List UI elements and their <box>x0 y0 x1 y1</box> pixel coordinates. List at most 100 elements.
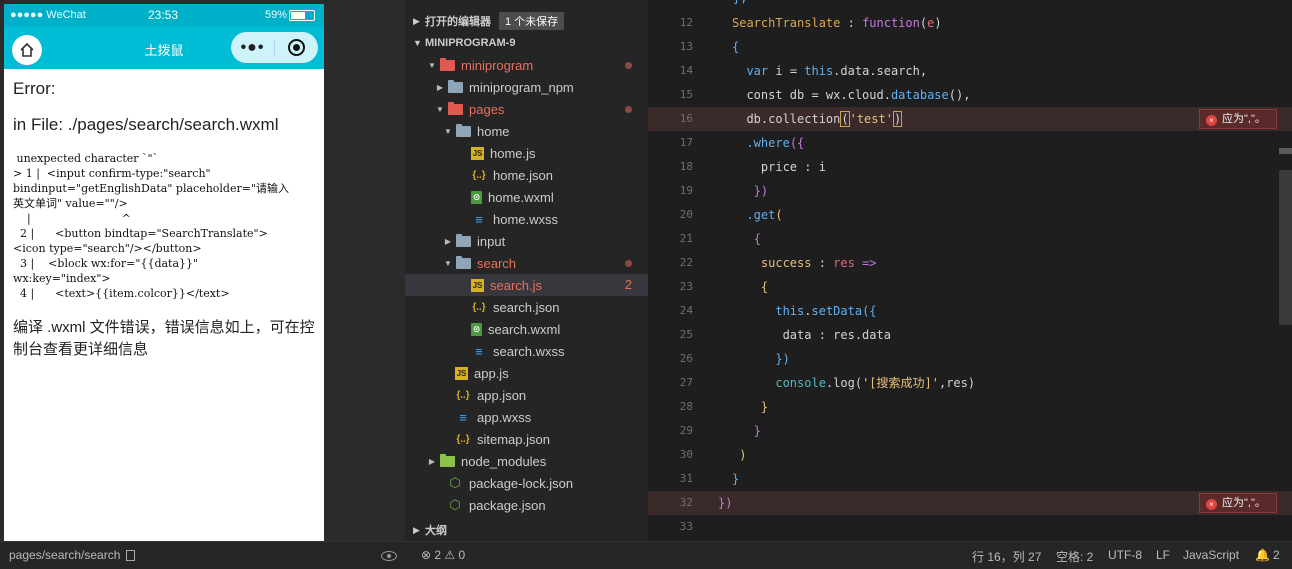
line-number: 15 <box>679 88 693 101</box>
json-file-icon: {..} <box>456 389 470 401</box>
tree-item[interactable]: ⊙ home.wxml <box>405 186 648 208</box>
code-line[interactable]: 19 }) <box>648 179 1292 203</box>
error-hint[interactable]: × 应为","。 <box>1199 109 1277 129</box>
tree-item[interactable]: ⬡ package.json <box>405 494 648 516</box>
code-line[interactable]: 31} <box>648 467 1292 491</box>
tree-item-label: pages <box>469 101 505 117</box>
tree-item[interactable]: ▶ node_modules <box>405 450 648 472</box>
tree-item[interactable]: ≡ home.wxss <box>405 208 648 230</box>
problems-indicator[interactable]: ⊗ 2 ⚠ 0 <box>421 548 465 562</box>
code-text: { <box>753 232 761 246</box>
line-number: 29 <box>679 424 693 437</box>
tree-item[interactable]: JS search.js 2 <box>405 274 648 296</box>
outline-section[interactable]: ▶ 大纲 <box>405 519 648 541</box>
code-line[interactable]: 23 { <box>648 275 1292 299</box>
tree-item-label: app.js <box>474 365 509 381</box>
tree-item-label: node_modules <box>461 453 547 469</box>
copy-icon[interactable] <box>126 550 135 561</box>
tree-item[interactable]: ⬡ package-lock.json <box>405 472 648 494</box>
tree-item-label: package.json <box>469 497 546 513</box>
code-line[interactable]: 28 } <box>648 395 1292 419</box>
tree-item[interactable]: JS home.js <box>405 142 648 164</box>
code-line[interactable]: 32}) × 应为","。 <box>648 491 1292 515</box>
modified-dot <box>625 260 632 267</box>
open-editors-section[interactable]: ▶ 打开的编辑器 1 个未保存 <box>405 10 648 32</box>
code-line[interactable]: 13 { <box>648 35 1292 59</box>
code-line[interactable]: 33 <box>648 515 1292 539</box>
tree-item-label: package-lock.json <box>469 475 574 491</box>
file-tree: ▼ miniprogram ▶ miniprogram_npm ▼ pages ▼ home J… <box>405 54 648 516</box>
close-miniprogram-button[interactable] <box>275 39 318 56</box>
tree-item-label: search.wxml <box>488 321 561 337</box>
code-text: { <box>732 40 740 54</box>
tree-item-label: search.json <box>493 299 560 315</box>
code-line[interactable]: 26 }) <box>648 347 1292 371</box>
tree-item[interactable]: {..} home.json <box>405 164 648 186</box>
line-ending[interactable]: LF <box>1156 548 1170 562</box>
tree-item[interactable]: {..} sitemap.json <box>405 428 648 450</box>
code-text: } <box>732 472 740 486</box>
bell-icon[interactable]: 🔔 <box>1255 548 1270 562</box>
more-button[interactable]: •●• <box>231 39 274 57</box>
cursor-position[interactable]: 行 16，列 27 <box>972 548 1041 565</box>
code-text: } <box>760 400 769 414</box>
code-line[interactable]: 30 ) <box>648 443 1292 467</box>
code-line[interactable]: 22 success : res => <box>648 251 1292 275</box>
folder-icon <box>439 453 455 468</box>
tree-item-label: home.wxss <box>493 211 559 227</box>
page-path: pages/search/search <box>9 548 121 562</box>
capsule-menu: •●• <box>231 32 318 63</box>
code-line[interactable]: 17 .where({ <box>648 131 1292 155</box>
unsaved-badge: 1 个未保存 <box>499 12 565 30</box>
line-number: 18 <box>679 160 693 173</box>
project-section[interactable]: ▼ MINIPROGRAM-9 <box>405 32 648 54</box>
code-line[interactable]: 18 price : i <box>648 155 1292 179</box>
tree-item-label: search.wxss <box>493 343 565 359</box>
tree-item[interactable]: ≡ app.wxss <box>405 406 648 428</box>
code-line[interactable]: 21 { <box>648 227 1292 251</box>
code-line[interactable]: 16 db.collection('test') × 应为","。 <box>648 107 1292 131</box>
tree-item[interactable]: ▶ input <box>405 230 648 252</box>
scrollbar-thumb[interactable] <box>1279 170 1292 325</box>
tree-item[interactable]: ≡ search.wxss <box>405 340 648 362</box>
tree-item-label: home.wxml <box>488 189 554 205</box>
code-line[interactable]: 25 data : res.data <box>648 323 1292 347</box>
close-circle-icon <box>288 39 305 56</box>
error-hint[interactable]: × 应为","。 <box>1199 493 1277 513</box>
tree-item[interactable]: {..} app.json <box>405 384 648 406</box>
js-file-icon: JS <box>471 278 484 292</box>
line-number: 28 <box>679 400 693 413</box>
code-line[interactable]: 24 this.setData({ <box>648 299 1292 323</box>
code-line[interactable]: 20 .get( <box>648 203 1292 227</box>
indentation[interactable]: 空格: 2 <box>1056 548 1093 565</box>
code-line[interactable]: 12 SearchTranslate : function(e) <box>648 11 1292 35</box>
language-mode[interactable]: JavaScript <box>1183 548 1239 562</box>
code-text: const db = wx.cloud.database(), <box>746 88 971 102</box>
tree-item[interactable]: ▼ pages <box>405 98 648 120</box>
tree-item[interactable]: ▼ home <box>405 120 648 142</box>
code-line[interactable]: 15 const db = wx.cloud.database(), <box>648 83 1292 107</box>
line-number: 30 <box>679 448 693 461</box>
tree-item[interactable]: JS app.js <box>405 362 648 384</box>
tree-item-label: miniprogram_npm <box>469 79 574 95</box>
node-file-icon: ⬡ <box>449 475 461 490</box>
folder-icon <box>455 233 471 248</box>
eye-icon[interactable] <box>381 551 397 561</box>
tree-item-label: search <box>477 255 517 271</box>
code-text: .get( <box>746 208 783 222</box>
tree-item-label: miniprogram <box>461 57 534 73</box>
tree-item[interactable]: ▶ miniprogram_npm <box>405 76 648 98</box>
phone-screen: ●●●●● WeChat 23:53 59% 土拨鼠 •●• Error: in… <box>4 4 324 541</box>
encoding[interactable]: UTF-8 <box>1108 548 1142 562</box>
line-number: 27 <box>679 376 693 389</box>
tree-item[interactable]: {..} search.json <box>405 296 648 318</box>
tree-item[interactable]: ⊙ search.wxml <box>405 318 648 340</box>
code-line[interactable]: 14 var i = this.data.search, <box>648 59 1292 83</box>
code-editor[interactable]: }, 12 SearchTranslate : function(e) 13 {14 … <box>648 0 1292 541</box>
code-line[interactable]: 29 } <box>648 419 1292 443</box>
phone-status-bar: ●●●●● WeChat 23:53 59% <box>4 4 324 27</box>
code-line[interactable]: 27 console.log('[搜索成功]',res) <box>648 371 1292 395</box>
tree-item[interactable]: ▼ search <box>405 252 648 274</box>
folder-icon <box>447 79 463 94</box>
tree-item[interactable]: ▼ miniprogram <box>405 54 648 76</box>
